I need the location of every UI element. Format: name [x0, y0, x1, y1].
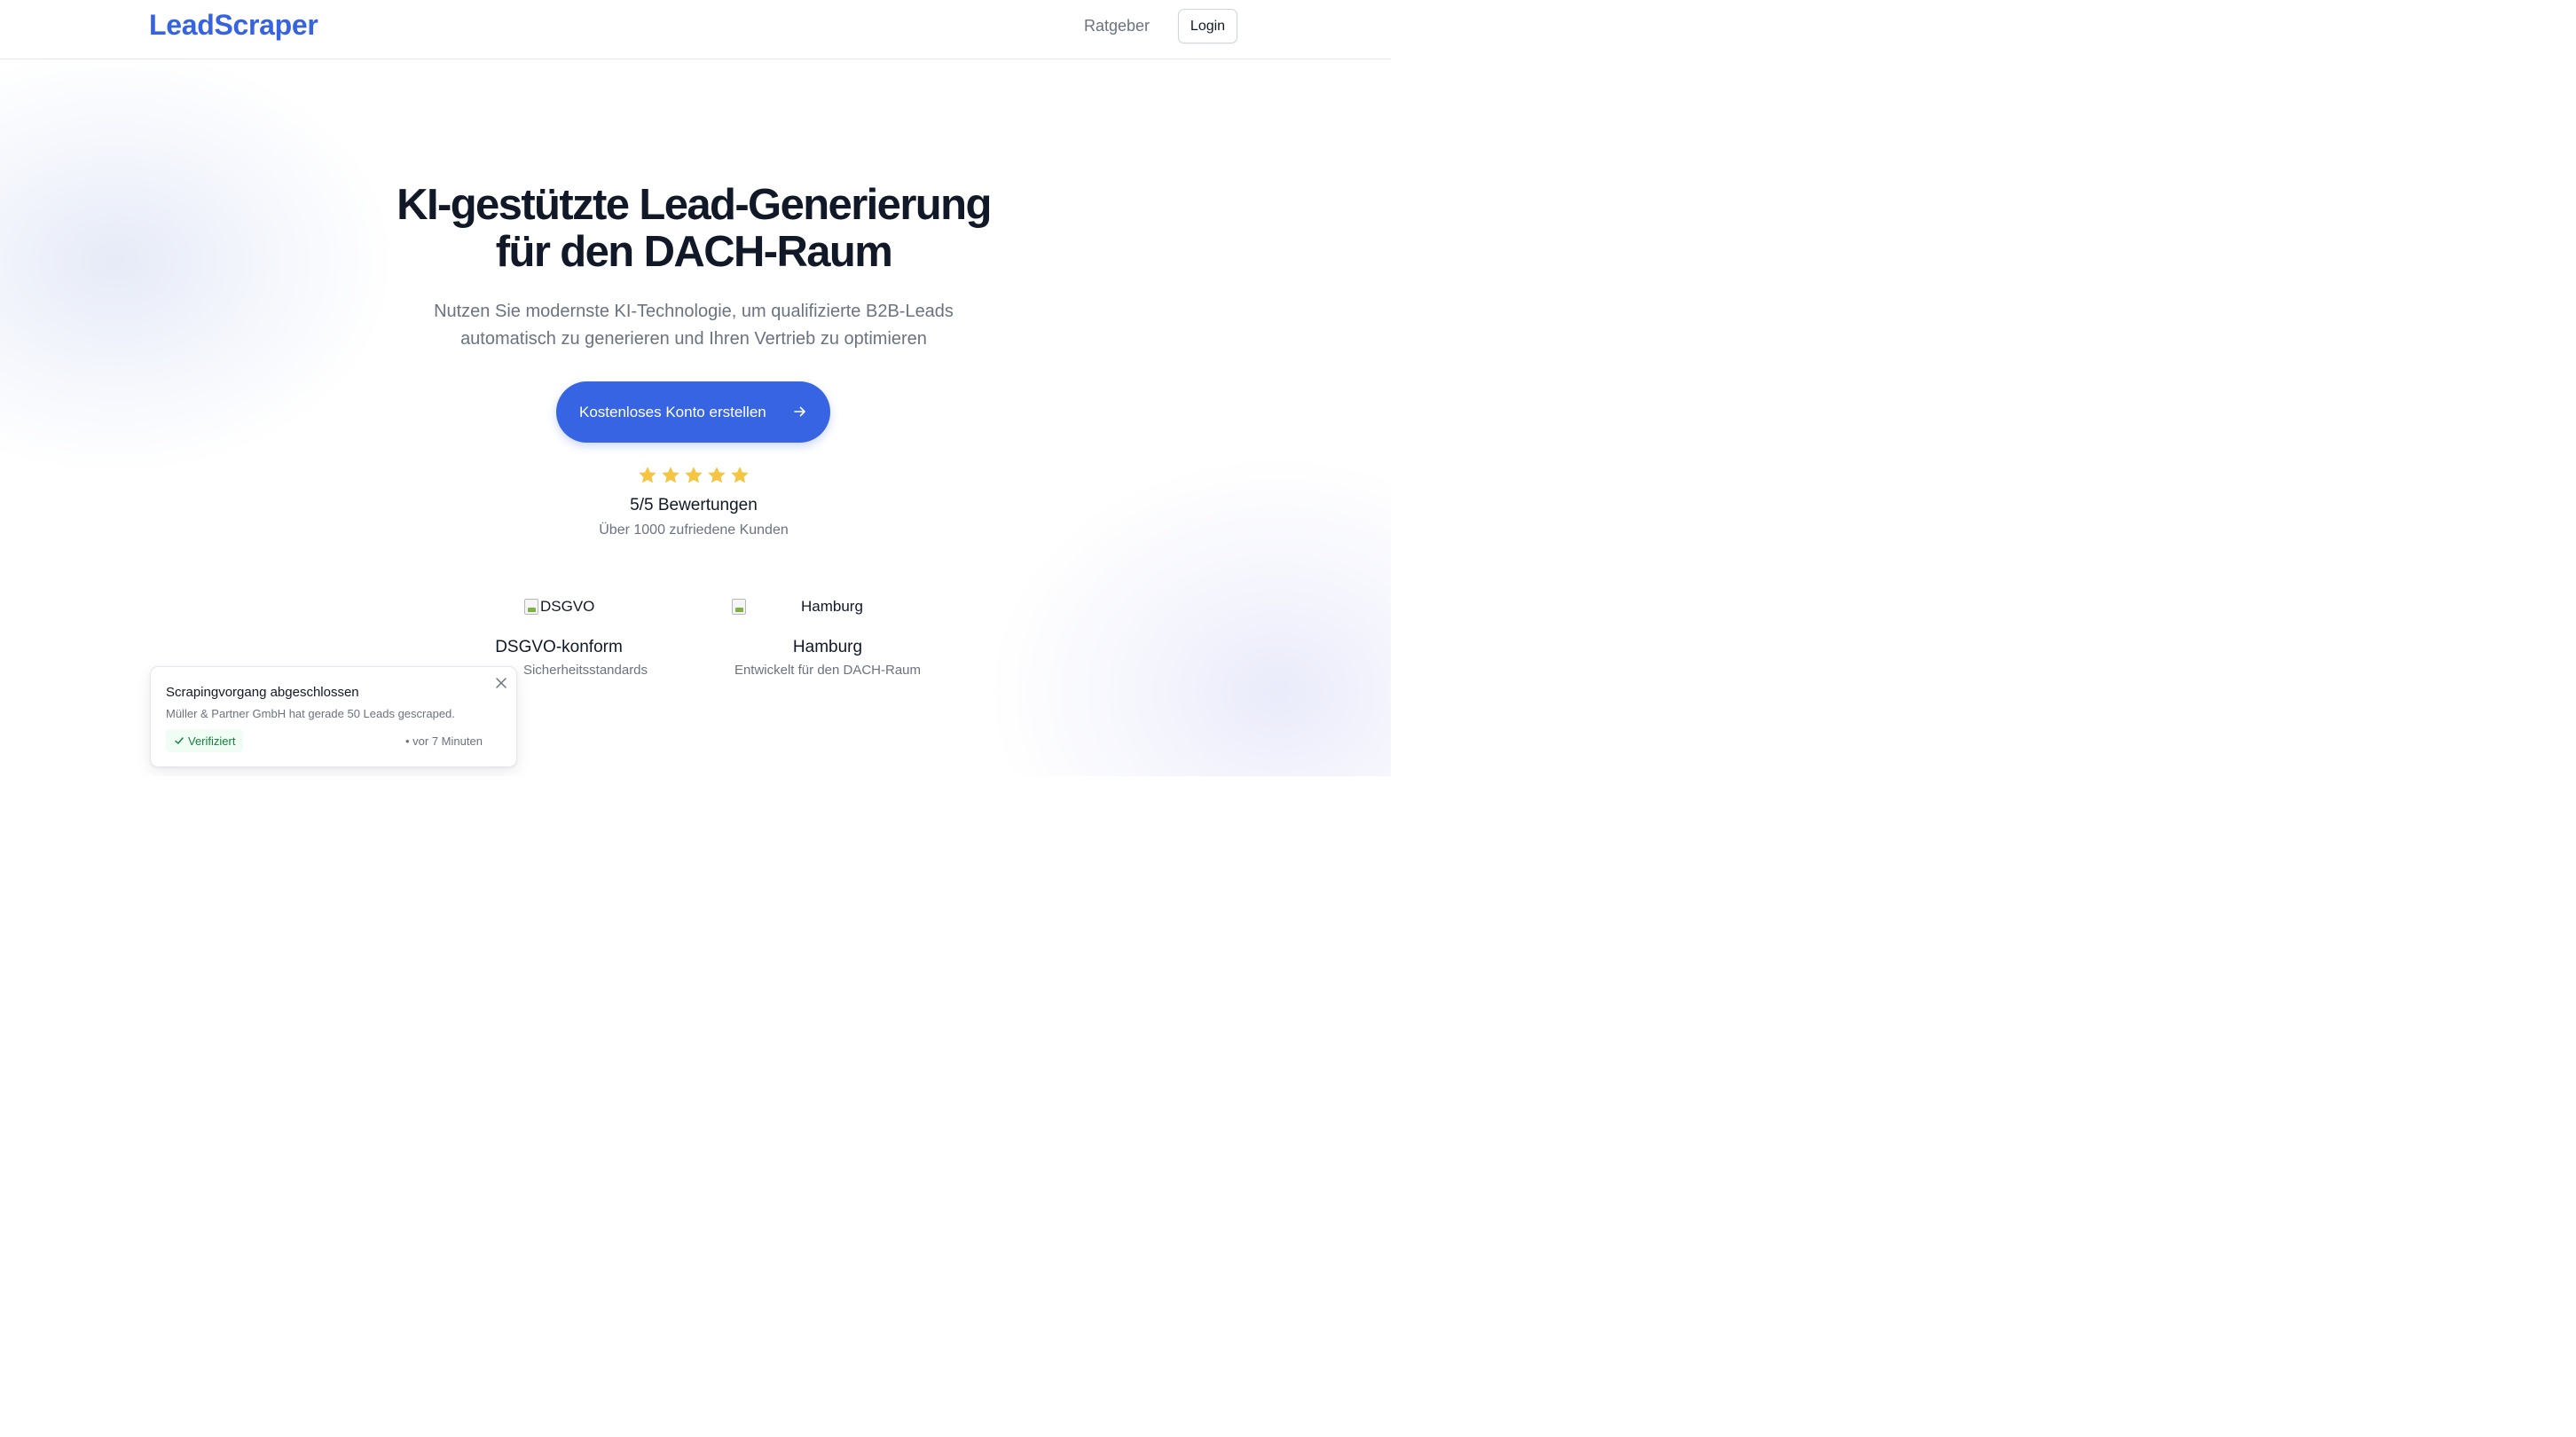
close-icon[interactable]	[495, 677, 507, 689]
star-icon	[662, 467, 679, 483]
logo[interactable]: LeadScraper	[149, 9, 318, 42]
rating-stars	[637, 465, 750, 486]
broken-image-icon	[524, 599, 538, 615]
create-account-button[interactable]: Kostenloses Konto erstellen	[556, 381, 830, 443]
hero-subtitle-line-1: Nutzen Sie modernste KI-Technologie, um …	[434, 302, 954, 321]
scraping-notification: Scrapingvorgang abgeschlossen Müller & P…	[150, 666, 517, 767]
hero-title-line-1: KI-gestützte Lead-Generierung	[397, 181, 992, 229]
hamburg-badge-image: Hamburg	[732, 598, 863, 616]
dsgvo-badge-alt: DSGVO	[540, 598, 595, 615]
verified-badge: Verifiziert	[166, 729, 244, 752]
hamburg-badge-title: Hamburg	[792, 638, 863, 656]
notification-title: Scrapingvorgang abgeschlossen	[166, 685, 359, 700]
star-icon	[685, 467, 703, 483]
dsgvo-badge-image: DSGVO	[524, 598, 594, 616]
broken-image-icon	[732, 599, 746, 615]
dsgvo-badge-title: DSGVO-konform	[495, 638, 623, 656]
rating-text: 5/5 Bewertungen	[630, 496, 758, 514]
verified-label: Verifiziert	[188, 734, 236, 748]
landing-page: LeadScraper Ratgeber Login KI-gestützte …	[0, 0, 1391, 776]
site-header: LeadScraper Ratgeber Login	[0, 0, 1391, 59]
nav-link-ratgeber[interactable]: Ratgeber	[1084, 17, 1150, 35]
star-icon	[731, 467, 749, 483]
check-icon	[175, 737, 184, 744]
arrow-right-icon	[794, 406, 805, 417]
star-icon	[708, 467, 726, 483]
dsgvo-badge-subtitle: Sicherheitsstandards	[522, 663, 648, 678]
login-button[interactable]: Login	[1178, 9, 1237, 43]
hero-subtitle: Nutzen Sie modernste KI-Technologie, um …	[0, 298, 1387, 353]
hero-title-line-2: für den DACH-Raum	[495, 228, 893, 276]
star-icon	[639, 467, 656, 483]
notification-time: • vor 7 Minuten	[405, 734, 483, 748]
create-account-label: Kostenloses Konto erstellen	[579, 403, 766, 420]
hero-subtitle-line-2: automatisch zu generieren und Ihren Vert…	[460, 329, 927, 349]
rating-subtext: Über 1000 zufriedene Kunden	[599, 522, 789, 538]
notification-message: Müller & Partner GmbH hat gerade 50 Lead…	[166, 707, 455, 720]
hero-title: KI-gestützte Lead-Generierung für den DA…	[0, 182, 1387, 276]
hamburg-badge-alt: Hamburg	[801, 598, 863, 615]
hamburg-badge-subtitle: Entwickelt für den DACH-Raum	[734, 663, 922, 678]
